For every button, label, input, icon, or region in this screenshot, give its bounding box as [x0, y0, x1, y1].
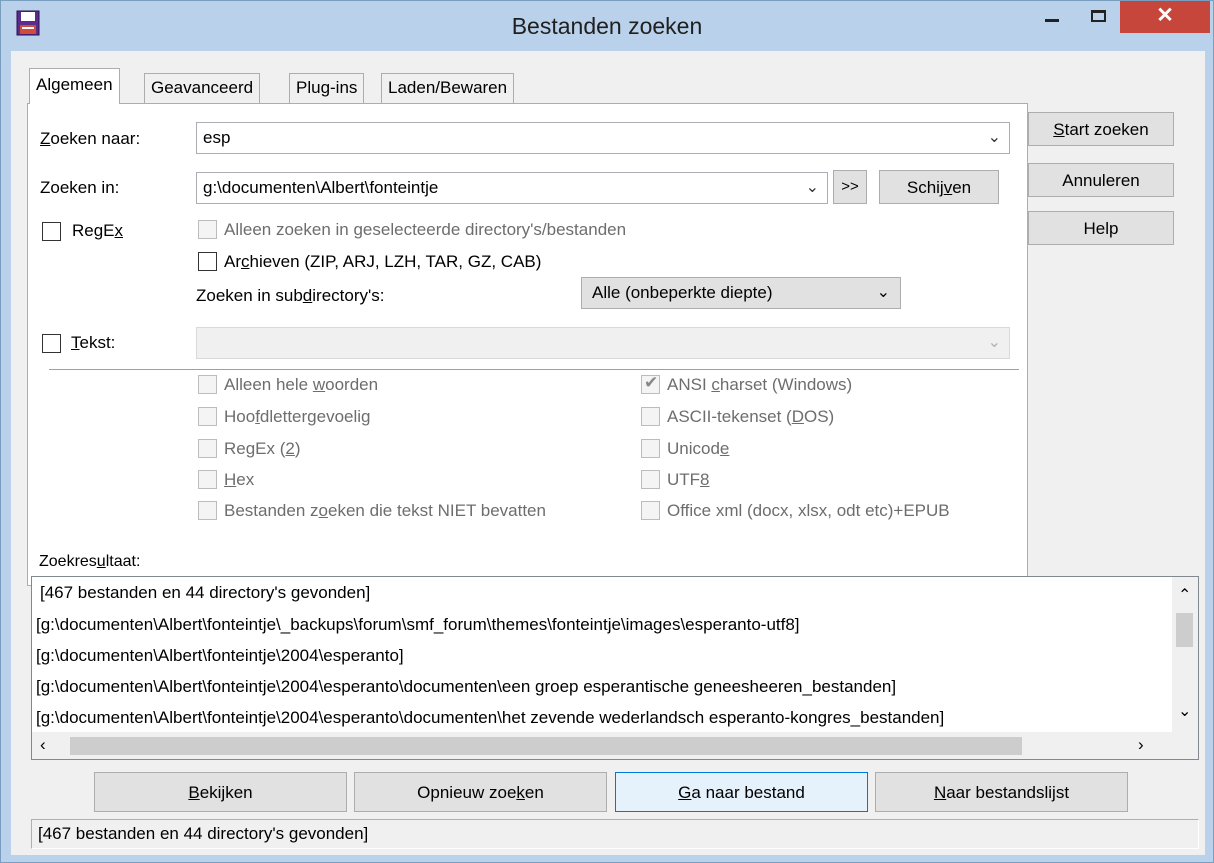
search-for-combobox[interactable]: esp ⌄	[196, 122, 1010, 154]
help-button[interactable]: Help	[1028, 211, 1174, 245]
minimize-button[interactable]	[1029, 1, 1075, 33]
close-button[interactable]: ✕	[1120, 1, 1210, 33]
ansi-checkbox[interactable]: ✔	[641, 373, 660, 394]
hex-checkbox[interactable]	[198, 470, 217, 489]
tab-plugins[interactable]: Plug-ins	[289, 73, 365, 103]
ascii-checkbox[interactable]	[641, 407, 660, 426]
horizontal-scrollbar[interactable]: ‹ ›	[32, 732, 1198, 759]
maximize-button[interactable]	[1077, 1, 1123, 33]
chevron-down-icon[interactable]: ⌄	[988, 127, 1001, 147]
ansi-label: ANSI charset (Windows)	[667, 375, 853, 394]
only-selected-checkbox[interactable]	[198, 220, 217, 239]
utf8-checkbox[interactable]	[641, 470, 660, 489]
chevron-down-icon[interactable]: ⌄	[877, 282, 890, 302]
to-file-list-button[interactable]: Naar bestandslijst	[875, 772, 1128, 812]
list-item[interactable]: [g:\documenten\Albert\fonteintje\2004\es…	[36, 708, 944, 728]
chevron-left-icon[interactable]: ‹	[40, 735, 46, 755]
tab-load-save[interactable]: Laden/Bewaren	[381, 73, 515, 103]
regex2-checkbox[interactable]	[198, 439, 217, 458]
search-in-combobox[interactable]: g:\documenten\Albert\fonteintje ⌄	[196, 172, 828, 204]
cancel-button[interactable]: Annuleren	[1028, 163, 1174, 197]
office-xml-checkbox[interactable]	[641, 501, 660, 520]
list-item[interactable]: [g:\documenten\Albert\fonteintje\_backup…	[36, 615, 800, 635]
regex-checkbox[interactable]	[42, 222, 61, 241]
ascii-label: ASCII-tekenset (DOS)	[667, 407, 835, 426]
subdirs-dropdown[interactable]: Alle (onbeperkte diepte) ⌄	[581, 277, 901, 309]
chevron-down-icon[interactable]: ⌄	[806, 177, 819, 197]
text-combobox[interactable]: ⌄	[196, 327, 1010, 359]
chevron-right-icon[interactable]: ›	[1138, 735, 1144, 755]
vertical-scrollbar[interactable]: ⌃ ⌄	[1172, 577, 1198, 732]
not-containing-label: Bestanden zoeken die tekst NIET bevatten	[224, 501, 546, 520]
tab-general[interactable]: Algemeen	[29, 68, 120, 104]
more-button[interactable]: >>	[833, 170, 867, 204]
search-window: Bestanden zoeken ✕ Algemeen Geavanceerd …	[0, 0, 1214, 863]
scroll-thumb[interactable]	[70, 737, 1022, 755]
search-for-value: esp	[203, 128, 231, 147]
results-list[interactable]: [467 bestanden en 44 directory's gevonde…	[31, 576, 1199, 760]
search-in-value: g:\documenten\Albert\fonteintje	[203, 178, 439, 197]
view-button[interactable]: Bekijken	[94, 772, 347, 812]
regex2-label: RegEx (2)	[224, 439, 301, 458]
search-for-label: Zoeken naar:	[40, 129, 141, 148]
whole-words-label: Alleen hele woorden	[224, 375, 379, 394]
text-label: Tekst:	[71, 333, 116, 352]
office-xml-label: Office xml (docx, xlsx, odt etc)+EPUB	[667, 501, 950, 520]
whole-words-checkbox[interactable]	[198, 375, 217, 394]
archives-checkbox[interactable]	[198, 252, 217, 271]
checkmark-icon: ✔	[644, 373, 659, 392]
scroll-thumb[interactable]	[1176, 613, 1193, 647]
minimize-icon	[1045, 19, 1059, 22]
unicode-label: Unicode	[667, 439, 730, 458]
search-in-label: Zoeken in:	[40, 178, 120, 197]
chevron-down-icon[interactable]: ⌄	[1178, 701, 1191, 721]
chevron-down-icon[interactable]: ⌄	[988, 332, 1001, 352]
regex-label: RegEx	[72, 221, 124, 240]
archives-label: Archieven (ZIP, ARJ, LZH, TAR, GZ, CAB)	[224, 252, 542, 271]
separator	[49, 369, 1019, 371]
search-again-button[interactable]: Opnieuw zoeken	[354, 772, 607, 812]
chevron-up-icon[interactable]: ⌃	[1178, 585, 1191, 605]
list-item[interactable]: [g:\documenten\Albert\fonteintje\2004\es…	[36, 646, 404, 666]
title-bar[interactable]: Bestanden zoeken ✕	[1, 1, 1213, 49]
maximize-icon	[1091, 10, 1106, 22]
subdirs-label: Zoeken in subdirectory's:	[196, 286, 385, 305]
text-checkbox[interactable]	[42, 334, 61, 353]
only-selected-label: Alleen zoeken in geselecteerde directory…	[224, 220, 627, 239]
subdirs-value: Alle (onbeperkte diepte)	[592, 283, 773, 302]
status-bar: [467 bestanden en 44 directory's gevonde…	[31, 819, 1199, 849]
close-icon: ✕	[1156, 4, 1174, 27]
case-sensitive-label: Hoofdlettergevoelig	[224, 407, 371, 426]
results-label: Zoekresultaat:	[39, 553, 141, 570]
hex-label: Hex	[224, 470, 255, 489]
drives-button[interactable]: Schijven	[879, 170, 999, 204]
unicode-checkbox[interactable]	[641, 439, 660, 458]
not-containing-checkbox[interactable]	[198, 501, 217, 520]
go-to-file-button[interactable]: Ga naar bestand	[615, 772, 868, 812]
start-search-button[interactable]: Start zoeken	[1028, 112, 1174, 146]
list-item[interactable]: [467 bestanden en 44 directory's gevonde…	[40, 583, 370, 603]
utf8-label: UTF8	[667, 470, 710, 489]
case-sensitive-checkbox[interactable]	[198, 407, 217, 426]
tab-advanced[interactable]: Geavanceerd	[144, 73, 261, 103]
list-item[interactable]: [g:\documenten\Albert\fonteintje\2004\es…	[36, 677, 896, 697]
